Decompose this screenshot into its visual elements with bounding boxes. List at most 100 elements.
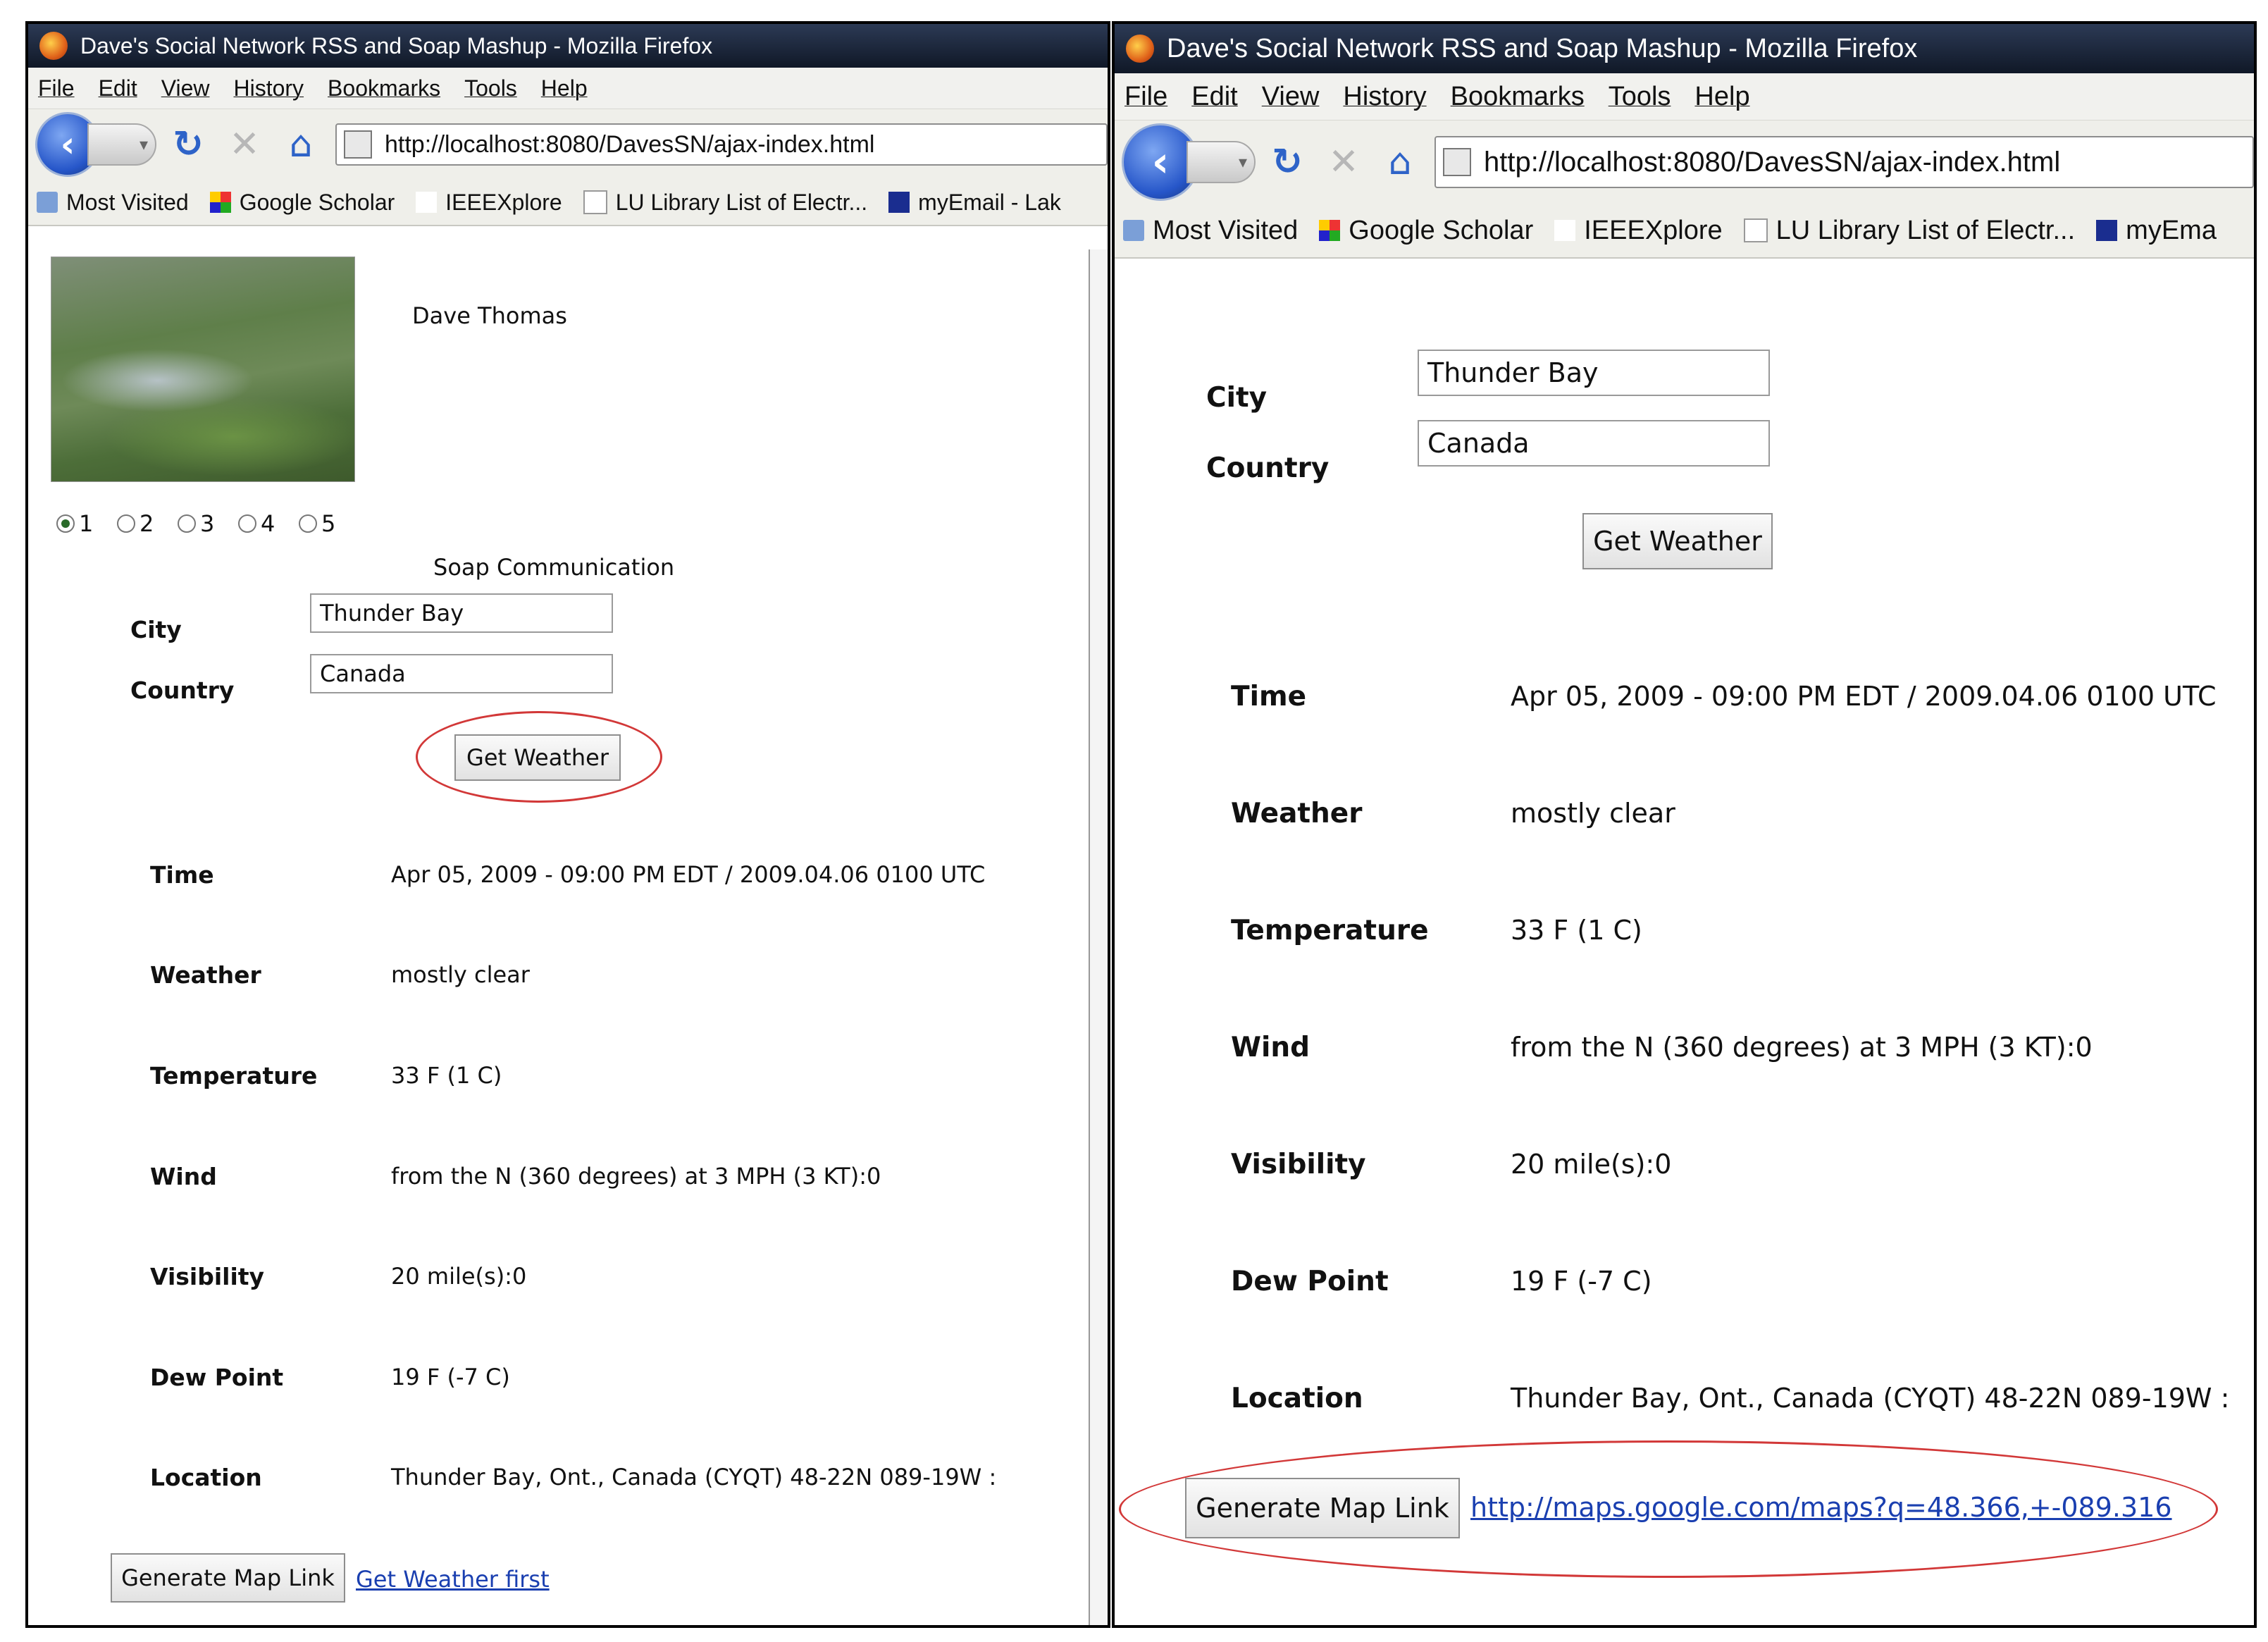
menu-tools[interactable]: Tools — [464, 75, 517, 101]
temperature-value: 33 F (1 C) — [1511, 915, 1642, 946]
bookmark-label: Most Visited — [66, 189, 189, 215]
site-identity-icon — [344, 130, 372, 159]
vertical-scrollbar[interactable] — [1089, 249, 1108, 1625]
ieee-icon — [416, 192, 438, 213]
url-text: http://localhost:8080/DavesSN/ajax-index… — [1484, 146, 2061, 178]
photo-radio-3[interactable]: 3 — [178, 510, 214, 537]
menu-history[interactable]: History — [1343, 82, 1426, 112]
wind-label: Wind — [1231, 1032, 1310, 1063]
bookmark-myemail[interactable]: myEma — [2096, 216, 2217, 246]
stop-icon[interactable]: ✕ — [220, 123, 269, 166]
bookmark-label: LU Library List of Electr... — [1776, 215, 2076, 245]
time-label: Time — [1231, 681, 1307, 712]
bookmark-google-scholar[interactable]: Google Scholar — [209, 189, 395, 216]
bookmark-most-visited[interactable]: Most Visited — [1123, 216, 1298, 246]
weather-label: Weather — [150, 961, 261, 989]
bookmark-lu-library[interactable]: LU Library List of Electr... — [1743, 215, 2076, 246]
soap-section-title: Soap Communication — [433, 554, 675, 581]
radio-unchecked-icon — [117, 514, 135, 533]
bookmark-label: Most Visited — [1153, 215, 1299, 245]
bookmark-ieeexplore[interactable]: IEEEXplore — [1554, 216, 1723, 246]
navigation-toolbar: ‹ ▾ ↻ ✕ ⌂ http://localhost:8080/DavesSN/… — [28, 109, 1108, 180]
city-label: City — [1206, 382, 1268, 414]
photo-radio-4[interactable]: 4 — [238, 510, 275, 537]
url-bar[interactable]: http://localhost:8080/DavesSN/ajax-index… — [335, 123, 1108, 166]
url-bar[interactable]: http://localhost:8080/DavesSN/ajax-index… — [1434, 136, 2254, 188]
profile-name: Dave Thomas — [412, 302, 567, 329]
location-label: Location — [150, 1464, 262, 1491]
map-link[interactable]: http://maps.google.com/maps?q=48.366,+-0… — [1470, 1492, 2172, 1523]
reload-icon[interactable]: ↻ — [163, 123, 213, 166]
page-icon — [1743, 218, 1768, 242]
bookmark-most-visited[interactable]: Most Visited — [37, 190, 189, 216]
forward-button[interactable]: ▾ — [87, 123, 156, 166]
forward-button[interactable]: ▾ — [1186, 141, 1256, 183]
navigation-toolbar: ‹ ▾ ↻ ✕ ⌂ http://localhost:8080/DavesSN/… — [1115, 121, 2254, 204]
country-input[interactable]: Canada — [310, 654, 613, 693]
photo-radio-1[interactable]: 1 — [56, 510, 93, 537]
photo-radio-5[interactable]: 5 — [299, 510, 335, 537]
menu-edit[interactable]: Edit — [1191, 82, 1237, 112]
temperature-value: 33 F (1 C) — [391, 1062, 502, 1089]
dropdown-arrow-icon: ▾ — [139, 135, 148, 154]
menu-view[interactable]: View — [1262, 82, 1320, 112]
dew-point-value: 19 F (-7 C) — [391, 1364, 510, 1390]
menu-bookmarks[interactable]: Bookmarks — [328, 75, 440, 101]
radio-label: 4 — [261, 510, 275, 537]
radio-label: 2 — [140, 510, 154, 537]
menu-tools[interactable]: Tools — [1609, 82, 1671, 112]
dropdown-arrow-icon: ▾ — [1238, 152, 1247, 172]
menu-history[interactable]: History — [233, 75, 304, 101]
bookmark-lu-library[interactable]: LU Library List of Electr... — [583, 190, 867, 216]
profile-photo — [51, 257, 355, 482]
browser-window-right: Dave's Social Network RSS and Soap Mashu… — [1112, 21, 2257, 1628]
bookmark-label: Google Scholar — [239, 189, 395, 215]
url-text: http://localhost:8080/DavesSN/ajax-index… — [385, 130, 875, 158]
city-label: City — [130, 616, 182, 643]
most-visited-icon — [37, 192, 58, 213]
radio-checked-icon — [56, 514, 75, 533]
menu-help[interactable]: Help — [541, 75, 588, 101]
generate-map-link-button[interactable]: Generate Map Link — [1185, 1478, 1460, 1538]
menu-bookmarks[interactable]: Bookmarks — [1451, 82, 1585, 112]
get-weather-button[interactable]: Get Weather — [454, 734, 621, 781]
time-value: Apr 05, 2009 - 09:00 PM EDT / 2009.04.06… — [1511, 681, 2217, 712]
menu-file[interactable]: File — [38, 75, 75, 101]
city-input[interactable]: Thunder Bay — [310, 593, 613, 633]
menu-bar: File Edit View History Bookmarks Tools H… — [1115, 73, 2254, 121]
home-icon[interactable]: ⌂ — [276, 123, 326, 166]
reload-icon[interactable]: ↻ — [1263, 141, 1312, 183]
city-input[interactable]: Thunder Bay — [1418, 350, 1770, 396]
get-weather-button[interactable]: Get Weather — [1582, 513, 1773, 569]
google-scholar-icon — [1319, 220, 1341, 241]
menu-file[interactable]: File — [1124, 82, 1167, 112]
map-link[interactable]: Get Weather first — [356, 1566, 550, 1593]
photo-radio-2[interactable]: 2 — [117, 510, 154, 537]
wind-value: from the N (360 degrees) at 3 MPH (3 KT)… — [1511, 1032, 2093, 1063]
bookmark-myemail[interactable]: myEmail - Lak — [888, 190, 1061, 216]
bookmark-ieeexplore[interactable]: IEEEXplore — [416, 190, 562, 216]
location-value: Thunder Bay, Ont., Canada (CYQT) 48-22N … — [391, 1464, 997, 1490]
home-icon[interactable]: ⌂ — [1375, 141, 1425, 183]
lu-logo-icon — [2096, 220, 2118, 241]
temperature-label: Temperature — [150, 1062, 318, 1089]
bookmark-google-scholar[interactable]: Google Scholar — [1319, 216, 1533, 246]
back-arrow-icon: ‹ — [1151, 137, 1170, 187]
radio-unchecked-icon — [178, 514, 196, 533]
location-label: Location — [1231, 1383, 1363, 1414]
generate-map-link-button[interactable]: Generate Map Link — [111, 1553, 345, 1603]
window-title: Dave's Social Network RSS and Soap Mashu… — [80, 32, 713, 58]
menu-edit[interactable]: Edit — [99, 75, 137, 101]
wind-label: Wind — [150, 1163, 217, 1190]
bookmarks-toolbar: Most Visited Google Scholar IEEEXplore L… — [1115, 204, 2254, 259]
bookmark-label: LU Library List of Electr... — [615, 189, 868, 215]
stop-icon[interactable]: ✕ — [1319, 141, 1368, 183]
radio-label: 3 — [200, 510, 215, 537]
menu-view[interactable]: View — [161, 75, 210, 101]
menu-help[interactable]: Help — [1694, 82, 1749, 112]
back-arrow-icon: ‹ — [60, 124, 75, 165]
country-input[interactable]: Canada — [1418, 420, 1770, 467]
time-label: Time — [150, 861, 214, 889]
temperature-label: Temperature — [1231, 915, 1429, 946]
weather-value: mostly clear — [391, 961, 530, 988]
